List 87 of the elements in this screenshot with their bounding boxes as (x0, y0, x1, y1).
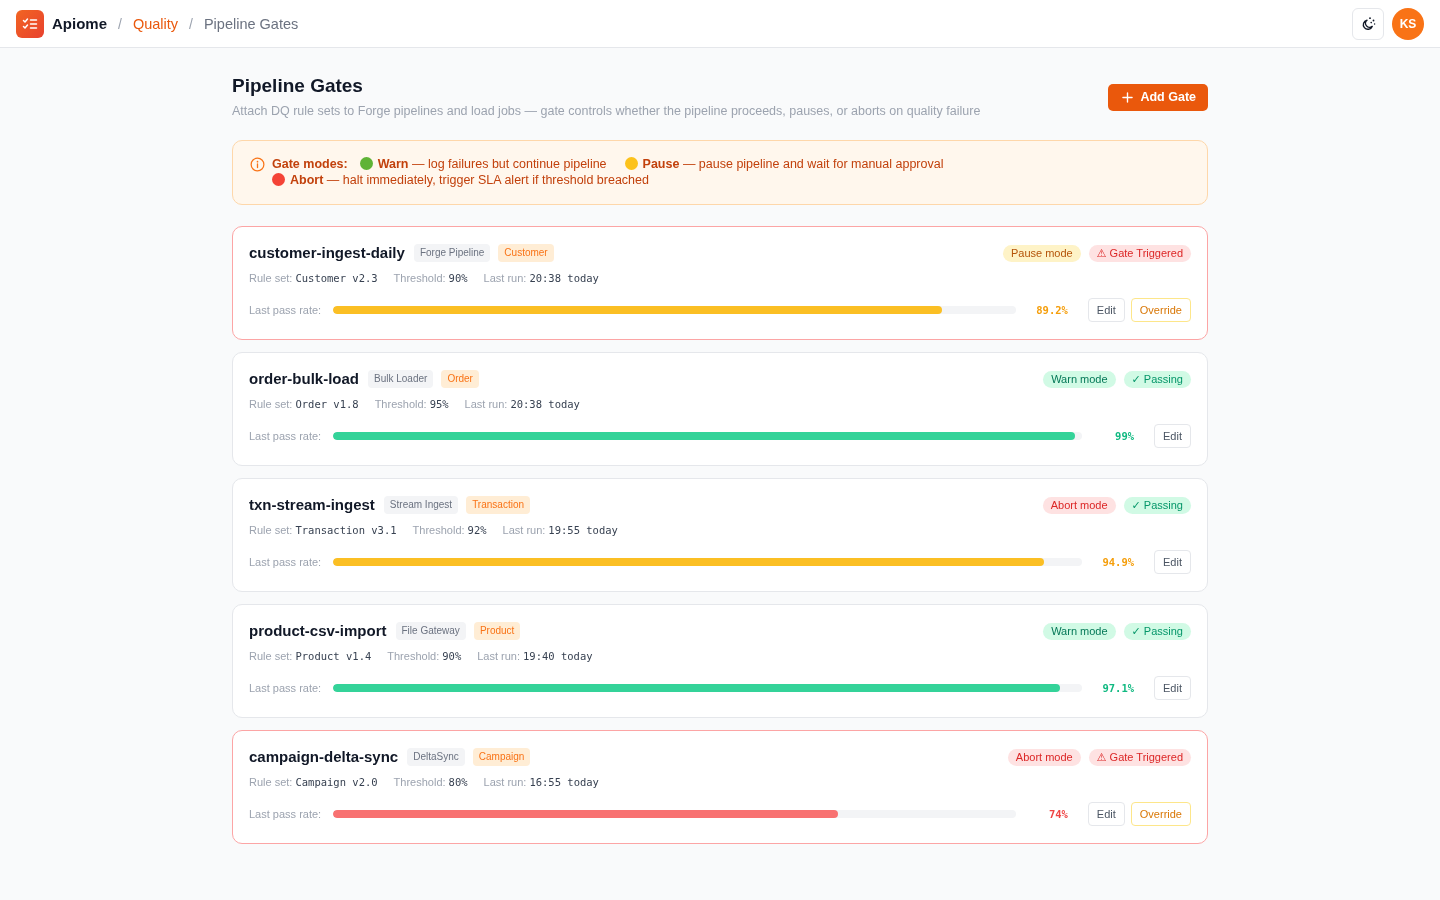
breadcrumb-separator: / (118, 15, 122, 32)
gate-name: order-bulk-load (249, 370, 359, 388)
plus-icon (1122, 91, 1134, 103)
meta-label: Last run: (477, 650, 521, 662)
source-tag: DeltaSync (407, 748, 465, 766)
meta-label: Rule set: (249, 398, 293, 410)
status-pill: ✓ Passing (1123, 370, 1191, 388)
gate-name: campaign-delta-sync (249, 748, 399, 766)
mode-pill: Abort mode (1042, 496, 1116, 514)
domain-tag: Order (441, 370, 479, 388)
meta-label: Threshold: (393, 272, 446, 284)
meta-value: 20:38 today (510, 398, 580, 410)
breadcrumb-separator: / (189, 15, 193, 32)
meta-value: 95% (429, 398, 449, 410)
gate-name: customer-ingest-daily (249, 244, 405, 262)
meta-value: 19:40 today (523, 650, 593, 662)
status-pill: ✓ Passing (1123, 496, 1191, 514)
source-tag: Stream Ingest (383, 496, 459, 514)
pass-rate-label: Last pass rate: (249, 430, 322, 442)
meta-value: Customer v2.3 (295, 272, 378, 284)
edit-button[interactable]: Edit (1154, 676, 1191, 700)
mode-pill: Warn mode (1043, 622, 1116, 640)
edit-button[interactable]: Edit (1087, 298, 1125, 322)
breadcrumb-current: Pipeline Gates (203, 15, 299, 32)
source-tag: Bulk Loader (368, 370, 434, 388)
mode-description: Pause — pause pipeline and wait for manual approval (642, 157, 944, 171)
source-tag: File Gateway (395, 622, 466, 640)
pass-rate-label: Last pass rate: (249, 304, 322, 316)
pass-rate-reading: 94.9% (1101, 556, 1135, 568)
meta-value: 80% (448, 776, 468, 788)
mode-description: Abort — halt immediately, trigger SLA alert if threshold breached (290, 173, 649, 187)
status-pill: ⚠ Gate Triggered (1088, 244, 1191, 262)
meta-value: 20:38 today (529, 272, 599, 284)
meta-label: Last run: (483, 272, 527, 284)
mode-pill: Abort mode (1007, 748, 1081, 766)
pass-rate-label: Last pass rate: (249, 556, 322, 568)
edit-button[interactable]: Edit (1154, 424, 1191, 448)
notice-label: Gate modes: (272, 157, 348, 171)
meta-value: Order v1.8 (295, 398, 359, 410)
mode-pill: Pause mode (1002, 244, 1081, 262)
info-icon (250, 157, 265, 172)
status-pill: ✓ Passing (1123, 622, 1191, 640)
domain-tag: Campaign (472, 748, 531, 766)
meta-label: Last run: (502, 524, 546, 536)
meta-label: Threshold: (393, 776, 446, 788)
meta-label: Threshold: (387, 650, 440, 662)
meta-value: Transaction v3.1 (295, 524, 397, 536)
gate-name: txn-stream-ingest (249, 496, 375, 514)
mode-pill: Warn mode (1043, 370, 1116, 388)
pass-rate-reading: 89.2% (1035, 304, 1068, 316)
page-subtitle: Attach DQ rule sets to Forge pipelines and load jobs — gate controls whether the pipeline proceeds, pauses, or aborts on quality failure (232, 103, 981, 120)
meta-value: Product v1.4 (295, 650, 372, 662)
moon-icon (1360, 15, 1376, 32)
meta-label: Rule set: (249, 272, 293, 284)
meta-label: Threshold: (412, 524, 465, 536)
brand-name: Apiome (52, 15, 107, 32)
pass-rate-label: Last pass rate: (249, 682, 322, 694)
pass-rate-reading: 74% (1047, 808, 1068, 820)
pass-rate-reading: 99% (1114, 430, 1135, 442)
source-tag: Forge Pipeline (413, 244, 491, 262)
meta-value: 16:55 today (529, 776, 599, 788)
gate-name: product-csv-import (249, 622, 387, 640)
pass-rate-reading: 97.1% (1101, 682, 1135, 694)
meta-label: Last run: (464, 398, 508, 410)
logo-icon (16, 9, 44, 38)
meta-label: Threshold: (374, 398, 427, 410)
meta-value: 90% (442, 650, 462, 662)
meta-value: 92% (467, 524, 487, 536)
status-pill: ⚠ Gate Triggered (1088, 748, 1191, 766)
pass-rate-label: Last pass rate: (249, 808, 322, 820)
domain-tag: Transaction (466, 496, 530, 514)
page-title: Pipeline Gates (232, 74, 364, 98)
breadcrumb-link[interactable]: Quality (132, 15, 179, 32)
edit-button[interactable]: Edit (1154, 550, 1191, 574)
add-gate-button[interactable]: Add Gate (1108, 83, 1208, 111)
meta-value: Campaign v2.0 (295, 776, 378, 788)
edit-button[interactable]: Edit (1087, 802, 1125, 826)
meta-label: Rule set: (249, 776, 293, 788)
meta-label: Last run: (483, 776, 527, 788)
theme-toggle-button[interactable] (1352, 7, 1384, 40)
meta-label: Rule set: (249, 524, 293, 536)
meta-value: 19:55 today (548, 524, 618, 536)
meta-value: 90% (448, 272, 468, 284)
domain-tag: Product (473, 622, 521, 640)
domain-tag: Customer (498, 244, 554, 262)
mode-description: Warn — log failures but continue pipeline (377, 157, 607, 171)
meta-label: Rule set: (249, 650, 293, 662)
